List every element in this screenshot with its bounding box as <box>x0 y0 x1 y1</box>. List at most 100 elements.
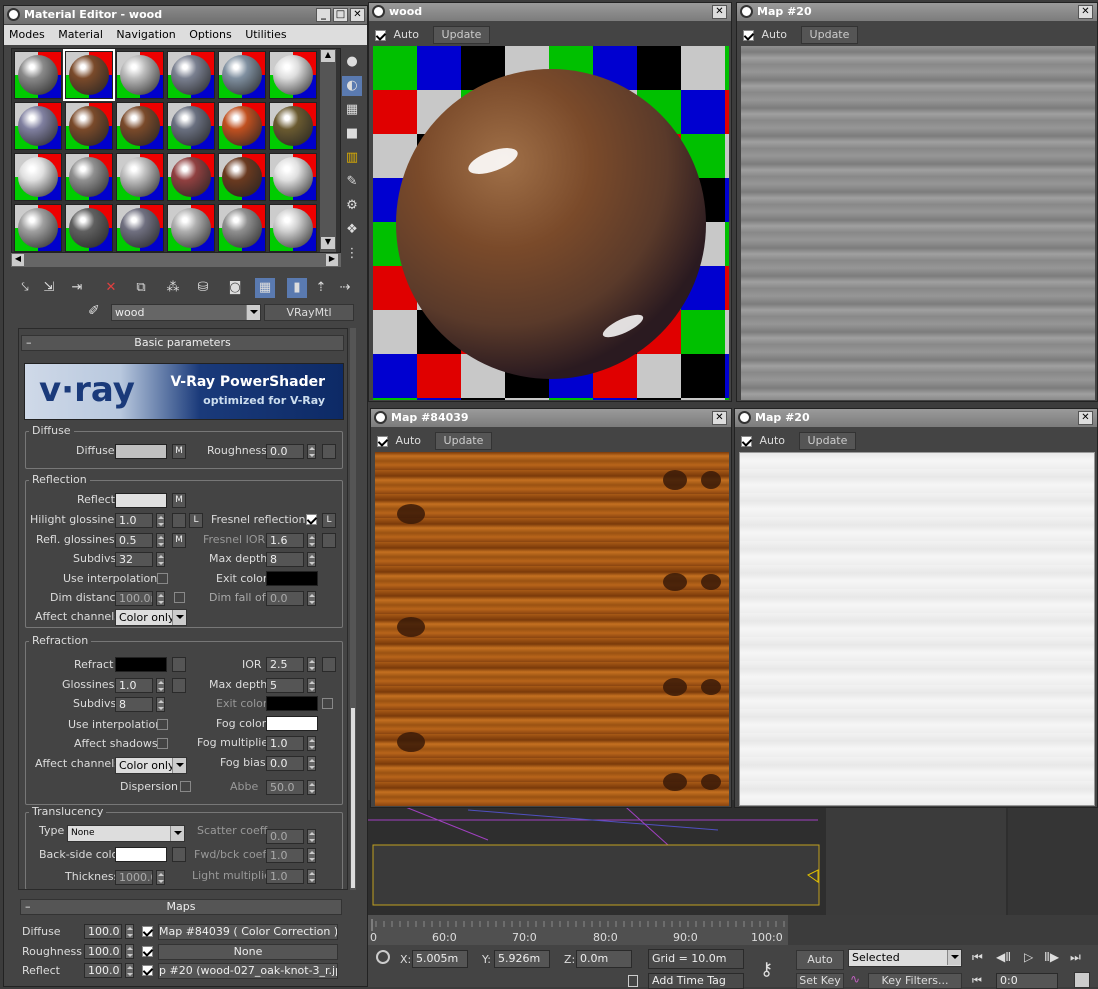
light-mult-spinner[interactable] <box>307 869 316 884</box>
sample-slot[interactable] <box>167 204 215 252</box>
sample-slot[interactable] <box>116 102 164 150</box>
sample-slot[interactable] <box>218 102 266 150</box>
hilight-gloss-spinner[interactable] <box>156 513 165 528</box>
refr-max-depth-spinner[interactable] <box>307 678 316 693</box>
options-icon[interactable]: ⚙ <box>342 196 362 216</box>
light-mult-field[interactable]: 1.0 <box>266 869 304 884</box>
backside-color-swatch[interactable] <box>115 847 167 862</box>
sample-slot[interactable] <box>14 102 62 150</box>
next-frame-icon[interactable]: Ⅱ▶ <box>1044 950 1059 964</box>
material-name-dropdown[interactable]: wood <box>111 304 261 321</box>
diffuse-color-swatch[interactable] <box>115 444 167 459</box>
sample-slot[interactable] <box>14 51 62 99</box>
hilight-gloss-field[interactable]: 1.0 <box>115 513 153 528</box>
dim-falloff-spinner[interactable] <box>307 591 316 606</box>
params-scrollbar[interactable] <box>350 328 356 890</box>
refr-affect-channels-dropdown[interactable]: Color only <box>115 757 187 774</box>
roughness-map-button[interactable] <box>322 444 336 459</box>
dispersion-checkbox[interactable] <box>180 781 191 792</box>
auto-key-button[interactable]: Auto Key <box>796 950 844 984</box>
refl-max-depth-field[interactable]: 8 <box>266 552 304 567</box>
update-button[interactable]: Update <box>800 26 859 44</box>
reset-map-icon[interactable]: ✕ <box>101 278 121 298</box>
sample-slot[interactable] <box>65 153 113 201</box>
reflect-color-swatch[interactable] <box>115 493 167 508</box>
fresnel-ior-map-button[interactable] <box>322 533 336 548</box>
slots-hscrollbar[interactable]: ◀ ▶ <box>11 253 341 267</box>
make-copy-icon[interactable]: ⧉ <box>131 278 151 298</box>
backlight-icon[interactable]: ◐ <box>342 76 362 96</box>
put-to-library-icon[interactable]: ⛁ <box>193 278 213 298</box>
refr-use-interp-checkbox[interactable] <box>157 719 168 730</box>
auto-checkbox[interactable] <box>741 435 752 447</box>
scroll-left-icon[interactable]: ◀ <box>12 254 24 266</box>
fresnel-ior-spinner[interactable] <box>307 533 316 548</box>
sample-slot[interactable] <box>218 153 266 201</box>
time-config-icon[interactable] <box>1074 972 1090 988</box>
y-coord-field[interactable]: 5.926m <box>494 950 550 968</box>
refr-subdivs-field[interactable]: 8 <box>115 697 153 712</box>
refr-gloss-field[interactable]: 1.0 <box>115 678 153 693</box>
map-row-amount[interactable]: 100.0 <box>84 963 122 978</box>
sample-slot[interactable] <box>167 51 215 99</box>
refl-gloss-spinner[interactable] <box>156 533 165 548</box>
make-preview-icon[interactable]: ✎ <box>342 172 362 192</box>
basic-params-rollout[interactable]: – Basic parameters <box>21 335 344 351</box>
hilight-lock-button[interactable]: L <box>189 513 203 528</box>
menu-utilities[interactable]: Utilities <box>240 28 291 41</box>
refr-subdivs-spinner[interactable] <box>156 697 165 712</box>
menu-options[interactable]: Options <box>184 28 236 41</box>
refr-max-depth-field[interactable]: 5 <box>266 678 304 693</box>
show-end-result-icon[interactable]: ▮ <box>287 278 307 298</box>
hilight-map-button[interactable] <box>172 513 186 528</box>
close-button[interactable]: ✕ <box>350 8 365 22</box>
dim-distance-spinner[interactable] <box>156 591 165 606</box>
maps-rollout[interactable]: – Maps <box>20 899 342 915</box>
diffuse-map-button[interactable]: M <box>172 444 186 459</box>
material-editor-titlebar[interactable]: Material Editor - wood _ □ ✕ <box>4 6 367 24</box>
fog-color-swatch[interactable] <box>266 716 318 731</box>
scatter-field[interactable]: 0.0 <box>266 829 304 844</box>
refl-subdivs-spinner[interactable] <box>156 552 165 567</box>
params-scroll-thumb[interactable] <box>351 708 355 888</box>
scatter-spinner[interactable] <box>307 829 316 844</box>
close-button[interactable]: ✕ <box>712 5 727 19</box>
thickness-spinner[interactable] <box>156 870 165 885</box>
abbe-spinner[interactable] <box>307 780 316 795</box>
close-button[interactable]: ✕ <box>1078 5 1093 19</box>
time-tag-icon[interactable] <box>628 975 638 987</box>
ior-map-button[interactable] <box>322 657 336 672</box>
video-color-check-icon[interactable]: ▥ <box>342 148 362 168</box>
backside-map-button[interactable] <box>172 847 186 862</box>
roughness-field[interactable]: 0.0 <box>266 444 304 459</box>
ior-spinner[interactable] <box>307 657 316 672</box>
eyedropper-icon[interactable]: ✐ <box>88 303 100 319</box>
close-button[interactable]: ✕ <box>712 411 727 425</box>
minimize-button[interactable]: _ <box>316 8 331 22</box>
roughness-spinner[interactable] <box>307 444 316 459</box>
material-id-icon[interactable]: ◙ <box>225 278 245 298</box>
fog-mult-spinner[interactable] <box>307 736 316 751</box>
goto-start-icon[interactable]: ⏮ <box>972 950 983 965</box>
fresnel-ior-field[interactable]: 1.6 <box>266 533 304 548</box>
sample-slot[interactable] <box>116 204 164 252</box>
ior-field[interactable]: 2.5 <box>266 657 304 672</box>
dim-distance-checkbox[interactable] <box>174 592 185 603</box>
key-mode-icon[interactable]: ⏮ <box>972 974 982 988</box>
auto-checkbox[interactable] <box>743 29 754 41</box>
uv-tiling-icon[interactable]: ■ <box>342 124 362 144</box>
menu-material[interactable]: Material <box>53 28 108 41</box>
material-type-button[interactable]: VRayMtl <box>264 304 354 321</box>
map-row-amount[interactable]: 100.0 <box>84 943 122 959</box>
z-coord-field[interactable]: 0.0m <box>576 950 632 968</box>
sample-slot[interactable] <box>167 102 215 150</box>
refl-use-interp-checkbox[interactable] <box>157 573 168 584</box>
map-row-checkbox[interactable] <box>142 965 153 976</box>
fresnel-checkbox[interactable] <box>306 514 317 525</box>
refract-map-button[interactable] <box>172 657 186 672</box>
sample-slot[interactable] <box>116 153 164 201</box>
refl-subdivs-field[interactable]: 32 <box>115 552 153 567</box>
sample-slot[interactable] <box>218 51 266 99</box>
scroll-right-icon[interactable]: ▶ <box>326 254 338 266</box>
background-checker-icon[interactable]: ▦ <box>342 100 362 120</box>
